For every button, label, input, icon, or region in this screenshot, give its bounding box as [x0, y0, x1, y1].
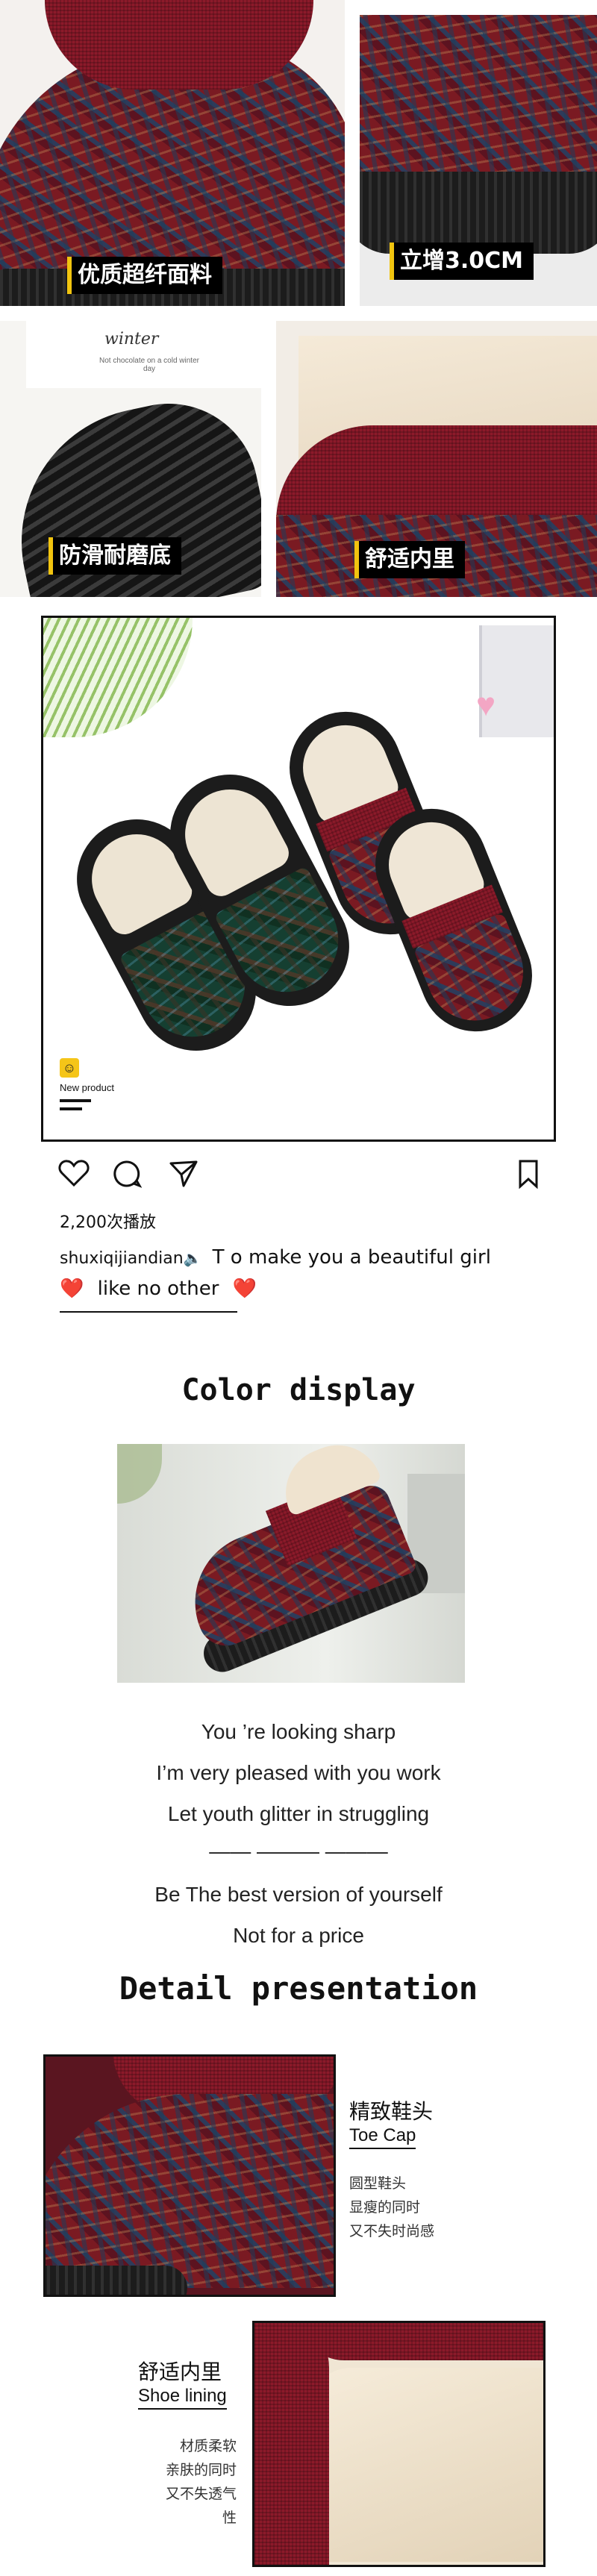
- bookmark-icon[interactable]: [517, 1159, 540, 1189]
- lining-photo: 舒适内里: [276, 321, 597, 597]
- plant-leaf: [43, 618, 193, 737]
- detail-presentation-title: Detail presentation: [119, 1970, 478, 2007]
- lining-elastic-edge: [254, 2323, 329, 2565]
- tagline-4: Be The best version of yourself: [154, 1883, 443, 1906]
- caption-line-1: T o make you a beautiful girl: [212, 1246, 491, 1269]
- tagline-1: You ’re looking sharp: [201, 1720, 396, 1743]
- caption-line-2: like no other: [97, 1278, 219, 1300]
- shoe-lining-desc-1: 材质柔软: [179, 2438, 237, 2454]
- post-username[interactable]: shuxiqijiandian: [60, 1249, 184, 1268]
- heart-emoji-left: ❤️: [60, 1278, 84, 1300]
- toe-cap-subtitle: Toe Cap: [349, 2125, 416, 2149]
- speaker-icon: 🔈: [183, 1249, 202, 1267]
- shoe-thick-sole: [360, 172, 597, 254]
- height-closeup-photo: 立增3.0CM: [360, 15, 597, 306]
- tagline-3: Let youth glitter in struggling: [167, 1802, 430, 1825]
- toe-cap-desc: 圆型鞋头 显瘦的同时 又不失时尚感: [349, 2172, 434, 2243]
- product-post-image: ♥ ☺ New product: [41, 616, 556, 1142]
- height-label: 立增3.0CM: [390, 243, 534, 280]
- badge-underline: [60, 1099, 91, 1102]
- sole-label: 防滑耐磨底: [49, 537, 181, 575]
- lining-inner-surface: [307, 2368, 543, 2562]
- send-icon[interactable]: [169, 1159, 199, 1189]
- comment-icon[interactable]: [112, 1159, 142, 1189]
- toe-cap-photo: [43, 2054, 336, 2297]
- lining-top-edge: [299, 2323, 543, 2360]
- caption-underline: [60, 1311, 237, 1313]
- lining-label: 舒适内里: [354, 541, 465, 578]
- sole-photo: winter Not chocolate on a cold winter da…: [0, 321, 261, 597]
- tagline-5: Not for a price: [233, 1924, 364, 1947]
- new-product-label: New product: [60, 1082, 114, 1093]
- color-display-photo: [117, 1444, 465, 1683]
- toe-cap-desc-1: 圆型鞋头: [349, 2175, 407, 2192]
- post-action-bar: [58, 1159, 551, 1189]
- toe-cap-desc-3: 又不失时尚感: [349, 2223, 435, 2239]
- plant-background: [117, 1444, 162, 1504]
- shoe-lining-desc-3: 又不失透气性: [165, 2486, 237, 2526]
- winter-card-text: Not chocolate on a cold winter day: [99, 357, 199, 373]
- color-display-title: Color display: [181, 1373, 416, 1407]
- lining-collar: [276, 425, 597, 522]
- fabric-closeup-photo: 优质超纤面料: [0, 0, 345, 306]
- toe-cap-fabric: [46, 2094, 334, 2288]
- shoe-lining-photo: [252, 2321, 546, 2567]
- toe-cap-sole: [46, 2266, 187, 2295]
- view-count: 2,200次播放: [60, 1213, 156, 1232]
- shoe-lining-desc: 材质柔软 亲肤的同时 又不失透气性: [153, 2434, 237, 2530]
- pixel-heart-icon: ♥: [476, 687, 496, 723]
- display-shoe: [148, 1444, 445, 1683]
- shoe-side-fabric: [360, 15, 597, 187]
- heart-emoji-right: ❤️: [232, 1278, 257, 1300]
- shoe-lining-desc-2: 亲肤的同时: [165, 2462, 237, 2478]
- smiley-icon: ☺: [60, 1058, 79, 1078]
- winter-card: winter Not chocolate on a cold winter da…: [26, 321, 261, 388]
- badge-underline-2: [60, 1107, 82, 1110]
- tagline-2: I’m very pleased with you work: [156, 1761, 441, 1784]
- post-caption: shuxiqijiandian🔈 T o make you a beautiful…: [60, 1242, 552, 1304]
- shoe-lining-subtitle: Shoe lining: [138, 2386, 227, 2410]
- fabric-label: 优质超纤面料: [67, 257, 222, 294]
- toe-cap-title: 精致鞋头: [349, 2099, 434, 2124]
- winter-card-title: winter: [104, 330, 159, 348]
- tagline-divider: —— ——— ———: [209, 1839, 388, 1863]
- heart-icon[interactable]: [58, 1159, 90, 1187]
- toe-cap-desc-2: 显瘦的同时: [349, 2199, 421, 2216]
- shoe-lining-title: 舒适内里: [138, 2360, 222, 2384]
